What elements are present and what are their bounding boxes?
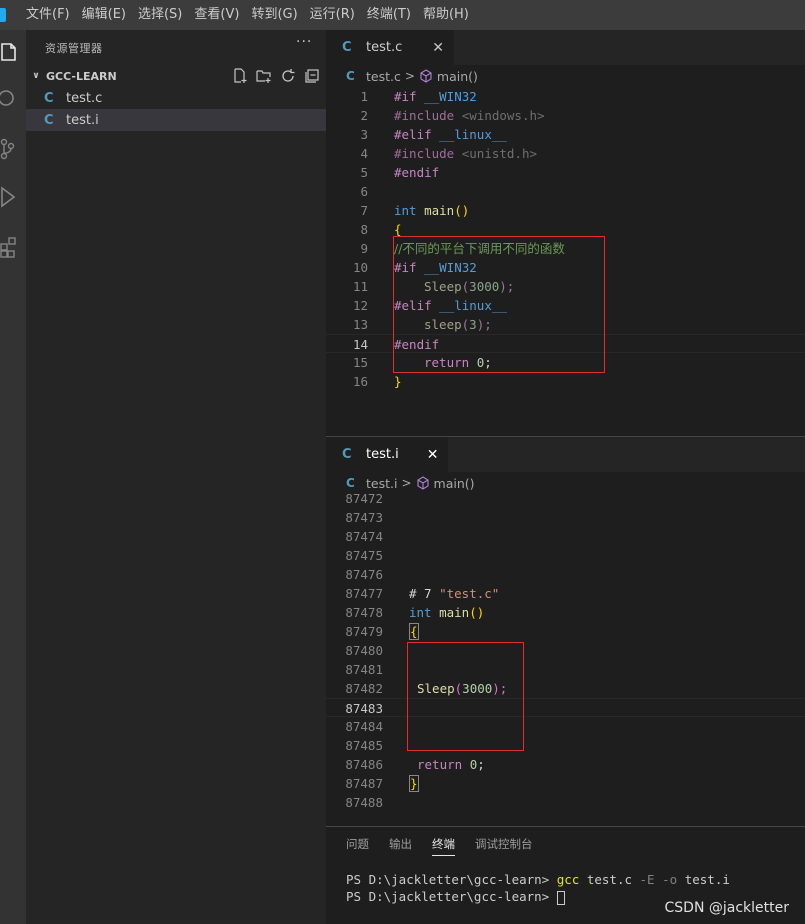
menu-run[interactable]: 运行(R) xyxy=(304,0,361,30)
close-icon[interactable]: ✕ xyxy=(427,447,439,463)
c-file-icon: C xyxy=(342,447,352,462)
activity-bar xyxy=(0,30,26,924)
sidebar-title: 资源管理器 xyxy=(45,42,103,55)
chevron-down-icon: ∨ xyxy=(32,71,40,81)
code-line: 87482 Sleep(3000); xyxy=(345,681,508,696)
collapse-all-icon[interactable] xyxy=(304,68,320,84)
tab-test-c[interactable]: C test.c ✕ xyxy=(326,30,454,65)
code-line: 87475 xyxy=(345,548,383,563)
file-item-test-i[interactable]: C test.i xyxy=(26,109,326,131)
vscode-logo-icon xyxy=(0,8,6,22)
code-line: 4 #include <unistd.h> xyxy=(360,146,538,161)
run-debug-icon[interactable] xyxy=(0,182,26,212)
code-line: 87472 xyxy=(345,491,383,506)
tab-label: test.i xyxy=(366,447,399,462)
search-icon[interactable] xyxy=(0,84,26,114)
tab-output[interactable]: 输出 xyxy=(389,827,412,862)
watermark: CSDN @jackletter xyxy=(664,900,790,916)
code-line: 1 #if __WIN32 xyxy=(360,89,477,104)
new-folder-icon[interactable] xyxy=(256,68,272,84)
menu-bar: 文件(F) 编辑(E) 选择(S) 查看(V) 转到(G) 运行(R) 终端(T… xyxy=(0,0,805,30)
code-line: 87473 xyxy=(345,510,383,525)
method-cube-icon xyxy=(416,476,429,490)
c-file-icon: C xyxy=(44,112,54,128)
tab-problems[interactable]: 问题 xyxy=(346,827,369,862)
file-label: test.i xyxy=(66,112,99,128)
code-line: 3 #elif __linux__ xyxy=(360,127,507,142)
menu-edit[interactable]: 编辑(E) xyxy=(76,0,132,30)
code-line: 5 #endif xyxy=(360,165,440,180)
code-line: 2 #include <windows.h> xyxy=(360,108,545,123)
menu-help[interactable]: 帮助(H) xyxy=(417,0,475,30)
chevron-right-icon: > xyxy=(404,69,415,83)
tab-label: test.c xyxy=(366,40,403,55)
panel-tabs: 问题 输出 终端 调试控制台 xyxy=(326,827,533,862)
highlight-box xyxy=(393,236,605,373)
code-line: 16} xyxy=(352,374,402,389)
terminal-cursor xyxy=(556,890,565,905)
refresh-icon[interactable] xyxy=(280,68,296,84)
c-file-icon: C xyxy=(342,40,352,55)
code-line: 87474 xyxy=(345,529,383,544)
method-cube-icon xyxy=(420,69,432,83)
source-control-icon[interactable] xyxy=(0,134,26,164)
breadcrumb-file[interactable]: test.c xyxy=(366,69,401,84)
folder-label: GCC-LEARN xyxy=(46,69,117,83)
c-file-icon: C xyxy=(44,90,54,106)
tab-debug-console[interactable]: 调试控制台 xyxy=(475,827,533,862)
menu-go[interactable]: 转到(G) xyxy=(245,0,303,30)
code-line: 87480 xyxy=(345,643,383,658)
terminal-line[interactable]: PS D:\jackletter\gcc-learn> gcc test.c -… xyxy=(346,872,730,887)
code-line: 87487} xyxy=(345,775,419,792)
editor-group-test-c: C test.c ✕ C test.c > main() 1 #if __WIN3… xyxy=(326,30,805,436)
code-line: 7 int main() xyxy=(360,203,470,218)
code-line-current: 87483 xyxy=(326,698,805,717)
tab-bar: C test.i ✕ xyxy=(326,437,805,472)
code-line: 87485 xyxy=(345,738,383,753)
file-item-test-c[interactable]: C test.c xyxy=(26,87,326,109)
tab-terminal[interactable]: 终端 xyxy=(432,827,455,862)
code-line: 6 xyxy=(360,184,368,199)
file-label: test.c xyxy=(66,90,103,106)
code-line: 87484 xyxy=(345,719,383,734)
editor-group-test-i: C test.i ✕ C test.i > main() 87472 87473… xyxy=(326,436,805,826)
code-line: 87481 xyxy=(345,662,383,677)
breadcrumb: C test.c > main() xyxy=(326,65,805,87)
code-line: 87476 xyxy=(345,567,383,582)
breadcrumb-symbol[interactable]: main() xyxy=(437,69,478,84)
menu-selection[interactable]: 选择(S) xyxy=(132,0,188,30)
code-line: 87477 # 7 "test.c" xyxy=(345,586,500,601)
code-line: 87488 xyxy=(345,795,383,810)
code-line: 87479{ xyxy=(345,623,419,640)
menu-terminal[interactable]: 终端(T) xyxy=(361,0,417,30)
explorer-icon[interactable] xyxy=(0,38,26,68)
menu-view[interactable]: 查看(V) xyxy=(188,0,245,30)
more-actions-icon[interactable]: ··· xyxy=(296,34,312,50)
tab-bar: C test.c ✕ xyxy=(326,30,805,65)
code-line: 87478 int main() xyxy=(345,605,485,620)
chevron-right-icon: > xyxy=(401,476,412,490)
folder-gcc-learn[interactable]: ∨ GCC-LEARN xyxy=(26,65,326,87)
c-file-icon: C xyxy=(346,476,355,490)
tab-test-i[interactable]: C test.i ✕ xyxy=(326,437,449,472)
c-file-icon: C xyxy=(346,69,355,83)
code-editor[interactable]: 87472 87473 87474 87475 87476 87477 # 7 "… xyxy=(326,489,805,827)
terminal-line[interactable]: PS D:\jackletter\gcc-learn> xyxy=(346,889,565,905)
new-file-icon[interactable] xyxy=(232,68,248,84)
code-line: 87486 return 0; xyxy=(345,757,485,772)
highlight-box xyxy=(407,642,524,751)
menu-file[interactable]: 文件(F) xyxy=(20,0,76,30)
extensions-icon[interactable] xyxy=(0,230,26,260)
explorer-sidebar: 资源管理器 ··· ∨ GCC-LEARN C test.c C test.i xyxy=(26,30,326,924)
close-icon[interactable]: ✕ xyxy=(432,40,444,56)
